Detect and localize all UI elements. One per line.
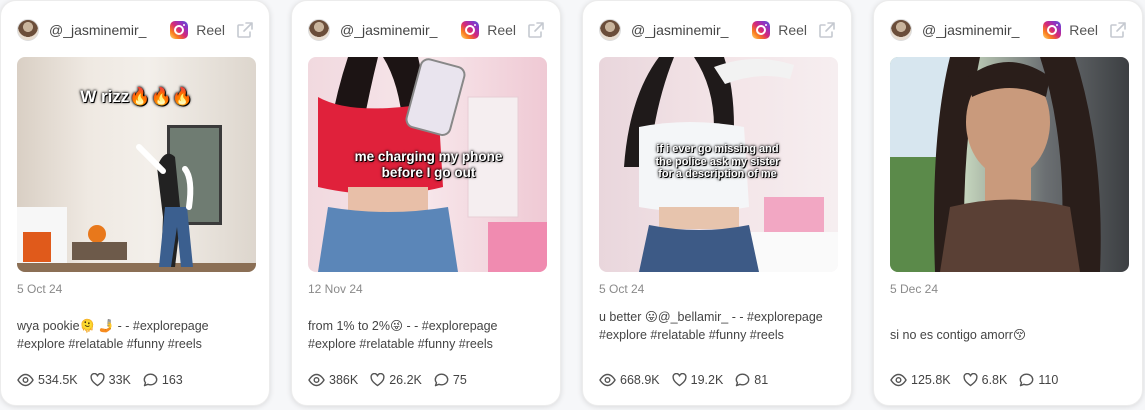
post-type-label: Reel <box>196 22 225 38</box>
comment-icon <box>434 373 449 387</box>
comments-stat: 81 <box>735 373 768 387</box>
comments-stat: 110 <box>1019 373 1058 387</box>
views-count: 386K <box>329 373 359 387</box>
comment-icon <box>143 373 158 387</box>
overlay-caption: me charging my phone before I go out <box>354 149 503 180</box>
comments-count: 81 <box>754 373 769 387</box>
comments-stat: 163 <box>143 373 183 387</box>
heart-icon <box>90 373 105 387</box>
card-header: @_jasminemir_ Reel <box>17 17 255 43</box>
comment-icon <box>1019 373 1034 387</box>
avatar[interactable] <box>17 19 39 41</box>
external-link-icon[interactable] <box>817 20 837 40</box>
overlay-caption: W rizz🔥🔥🔥 <box>80 87 193 106</box>
username[interactable]: @_jasminemir_ <box>49 22 170 38</box>
reel-card[interactable]: @_jasminemir_ Reel 5 Dec 24 si no es con… <box>873 0 1143 406</box>
comments-count: 75 <box>452 373 467 387</box>
reel-card-grid: @_jasminemir_ Reel W rizz🔥🔥🔥 5 Oct 24 wy… <box>0 0 1145 410</box>
external-link-icon[interactable] <box>235 20 255 40</box>
views-stat: 125.8K <box>890 373 951 387</box>
heart-icon <box>370 373 385 387</box>
post-date: 5 Dec 24 <box>890 282 939 296</box>
reel-card[interactable]: @_jasminemir_ Reel if i ever go missing … <box>582 0 852 406</box>
heart-icon <box>672 373 687 387</box>
likes-stat: 33K <box>90 373 131 387</box>
card-header: @_jasminemir_ Reel <box>308 17 546 43</box>
engagement-stats: 534.5K 33K 163 <box>17 373 195 387</box>
post-type-label: Reel <box>778 22 807 38</box>
eye-icon <box>308 373 325 387</box>
overlay-caption: if i ever go missing and the police ask … <box>655 143 780 181</box>
avatar[interactable] <box>308 19 330 41</box>
post-caption: u better 😛@_bellamir_ - - #explorepage #… <box>599 310 823 342</box>
username[interactable]: @_jasminemir_ <box>340 22 461 38</box>
likes-stat: 19.2K <box>672 373 724 387</box>
eye-icon <box>890 373 907 387</box>
post-caption: wya pookie🫠 🤳 - - #explorepage #explore … <box>17 319 209 351</box>
username[interactable]: @_jasminemir_ <box>922 22 1043 38</box>
likes-count: 33K <box>108 373 131 387</box>
post-date: 5 Oct 24 <box>17 282 63 296</box>
external-link-icon[interactable] <box>1108 20 1128 40</box>
post-date: 12 Nov 24 <box>308 282 363 296</box>
likes-stat: 6.8K <box>963 373 1008 387</box>
views-stat: 534.5K <box>17 373 78 387</box>
views-stat: 386K <box>308 373 358 387</box>
post-type-label: Reel <box>487 22 516 38</box>
reel-thumbnail[interactable] <box>890 57 1129 272</box>
views-count: 534.5K <box>38 373 78 387</box>
views-stat: 668.9K <box>599 373 660 387</box>
likes-count: 6.8K <box>981 373 1008 387</box>
heart-icon <box>963 373 978 387</box>
card-header: @_jasminemir_ Reel <box>599 17 837 43</box>
eye-icon <box>17 373 34 387</box>
comments-count: 163 <box>161 373 183 387</box>
instagram-icon <box>170 21 189 39</box>
comments-count: 110 <box>1038 373 1059 387</box>
engagement-stats: 386K 26.2K 75 <box>308 373 479 387</box>
reel-card[interactable]: @_jasminemir_ Reel me charging my phone … <box>291 0 561 406</box>
username[interactable]: @_jasminemir_ <box>631 22 752 38</box>
engagement-stats: 668.9K 19.2K 81 <box>599 373 780 387</box>
card-header: @_jasminemir_ Reel <box>890 17 1128 43</box>
instagram-icon <box>461 21 480 39</box>
reel-thumbnail[interactable]: me charging my phone before I go out <box>308 57 547 272</box>
post-type-label: Reel <box>1069 22 1098 38</box>
views-count: 668.9K <box>620 373 660 387</box>
post-caption: from 1% to 2%😜 - - #explorepage #explore… <box>308 319 498 351</box>
reel-card[interactable]: @_jasminemir_ Reel W rizz🔥🔥🔥 5 Oct 24 wy… <box>0 0 270 406</box>
comments-stat: 75 <box>434 373 467 387</box>
engagement-stats: 125.8K 6.8K 110 <box>890 373 1070 387</box>
external-link-icon[interactable] <box>526 20 546 40</box>
post-date: 5 Oct 24 <box>599 282 645 296</box>
instagram-icon <box>752 21 771 39</box>
avatar[interactable] <box>890 19 912 41</box>
instagram-icon <box>1043 21 1062 39</box>
comment-icon <box>735 373 750 387</box>
reel-thumbnail[interactable]: W rizz🔥🔥🔥 <box>17 57 256 272</box>
thumbnail-image <box>890 57 1129 272</box>
eye-icon <box>599 373 616 387</box>
reel-thumbnail[interactable]: if i ever go missing and the police ask … <box>599 57 838 272</box>
views-count: 125.8K <box>911 373 951 387</box>
likes-stat: 26.2K <box>370 373 422 387</box>
likes-count: 26.2K <box>389 373 422 387</box>
likes-count: 19.2K <box>690 373 724 387</box>
avatar[interactable] <box>599 19 621 41</box>
post-caption: si no es contigo amorr😚 <box>890 328 1027 342</box>
